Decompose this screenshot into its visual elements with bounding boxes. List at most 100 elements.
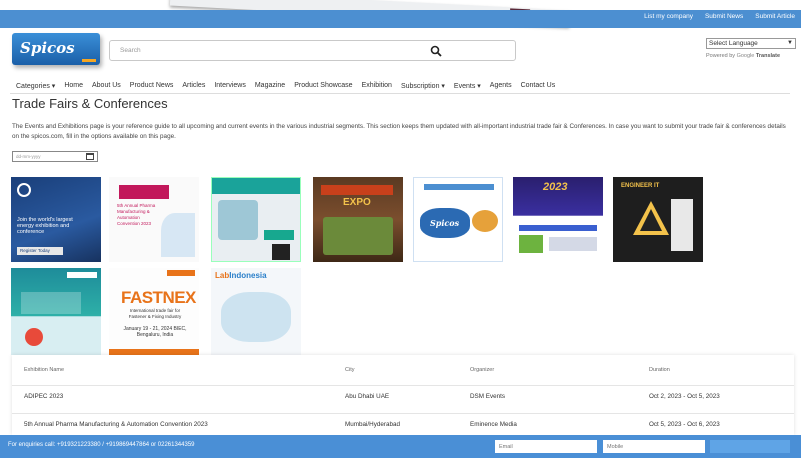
calendar-icon[interactable] xyxy=(86,153,94,160)
col-city[interactable]: City xyxy=(345,367,354,373)
nav-magazine[interactable]: Magazine xyxy=(255,82,285,90)
pharma-image xyxy=(161,213,195,257)
lab-poster-image xyxy=(218,200,258,240)
event-poster-engineer-it[interactable]: ENGINEER IT xyxy=(613,177,703,262)
nav-exhibition[interactable]: Exhibition xyxy=(362,82,392,90)
poster-fastnex-title: FASTNEX xyxy=(121,288,196,307)
teal-poster-tag xyxy=(67,272,97,278)
row-divider xyxy=(12,413,794,414)
expo-banner xyxy=(321,185,393,195)
spicos-poster-logo-text: Spicos xyxy=(430,218,460,228)
cell-exhibition-name: ADIPEC 2023 xyxy=(24,393,64,400)
event-poster-pharma[interactable]: 5th Annual Pharma Manufacturing & Automa… xyxy=(109,177,199,262)
poster-2023-logo xyxy=(519,235,543,253)
poster-2023-sponsors xyxy=(549,237,597,251)
expo-image xyxy=(323,217,393,255)
cell-duration: Oct 2, 2023 - Oct 5, 2023 xyxy=(649,393,720,400)
nav-product-showcase[interactable]: Product Showcase xyxy=(294,82,352,90)
poster-2023-text: 2023 xyxy=(543,181,568,193)
top-links: List my company Submit News Submit Artic… xyxy=(644,13,795,20)
date-filter-input[interactable]: dd-mm-yyyy xyxy=(12,151,98,162)
cell-exhibition-name: 5th Annual Pharma Manufacturing & Automa… xyxy=(24,421,208,428)
event-poster-teal[interactable] xyxy=(11,268,101,355)
lab-indonesia-image xyxy=(221,292,291,342)
poster-fastnex-date: January 19 - 21, 2024 BIEC, Bengaluru, I… xyxy=(123,326,187,338)
page: List my company Submit News Submit Artic… xyxy=(0,0,801,458)
adipec-logo-icon xyxy=(17,183,31,197)
list-company-link[interactable]: List my company xyxy=(644,13,693,20)
col-organizer[interactable]: Organizer xyxy=(470,367,494,373)
cell-city: Abu Dhabi UAE xyxy=(345,393,390,400)
poster-engineer-it-text: ENGINEER IT xyxy=(621,183,660,189)
poster-adipec-text: Join the world's largest energy exhibiti… xyxy=(17,217,73,235)
email-field[interactable] xyxy=(495,440,597,453)
date-placeholder: dd-mm-yyyy xyxy=(16,154,41,159)
page-title: Trade Fairs & Conferences xyxy=(12,96,168,111)
event-poster-2023[interactable]: 2023 xyxy=(513,177,603,262)
lab-poster-badge xyxy=(264,230,294,240)
event-poster-lab[interactable] xyxy=(211,177,301,262)
poster-engineer-it-figure xyxy=(671,199,693,251)
indonesia-word: Indonesia xyxy=(229,271,267,280)
logo-accent xyxy=(82,59,96,62)
warning-sign-icon xyxy=(633,201,669,235)
nav-subscription[interactable]: Subscription ▾ xyxy=(401,82,445,90)
table-header: Exhibition Name City Organizer Duration xyxy=(12,367,794,381)
submit-news-link[interactable]: Submit News xyxy=(705,13,743,20)
spicos-poster-image xyxy=(472,210,498,232)
chevron-down-icon: ▼ xyxy=(787,40,793,46)
poster-adipec-cta-label: Register Today xyxy=(20,248,50,253)
exhibition-table: Exhibition Name City Organizer Duration … xyxy=(12,355,794,435)
event-poster-spicos[interactable]: Spicos xyxy=(413,177,503,262)
translate-link[interactable]: Translate xyxy=(756,53,780,59)
col-duration[interactable]: Duration xyxy=(649,367,670,373)
language-select[interactable]: Select Language ▼ xyxy=(706,38,796,49)
nav-interviews[interactable]: Interviews xyxy=(214,82,246,90)
enquiry-text: For enquiries call: +919321223380 / +919… xyxy=(8,442,195,448)
spicos-poster-header xyxy=(424,184,494,190)
poster-2023-band xyxy=(519,225,597,231)
spicos-poster-disc: Spicos xyxy=(420,208,470,238)
pharma-banner xyxy=(119,185,169,199)
enquiry-bar: For enquiries call: +919321223380 / +919… xyxy=(0,435,801,458)
lab-poster-header xyxy=(212,178,300,194)
site-logo[interactable]: Spicos xyxy=(12,33,100,65)
lab-word: Lab xyxy=(215,271,230,280)
nav-contact-us[interactable]: Contact Us xyxy=(521,82,556,90)
logo-text: Spicos xyxy=(20,39,75,57)
cell-organizer: Eminence Media xyxy=(470,421,517,428)
top-bar: List my company Submit News Submit Artic… xyxy=(0,10,801,28)
teal-poster-logo xyxy=(25,328,43,346)
submit-enquiry-button[interactable] xyxy=(710,440,790,453)
cell-city: Mumbai/Hyderabad xyxy=(345,421,400,428)
event-poster-lab-indonesia[interactable]: LabIndonesia xyxy=(211,268,301,355)
nav-home[interactable]: Home xyxy=(64,82,83,90)
google-logo: Google xyxy=(736,53,755,59)
main-nav: Categories ▾ Home About Us Product News … xyxy=(16,82,555,90)
event-poster-fastnex[interactable]: FASTNEX International trade fair for Fas… xyxy=(109,268,199,355)
event-poster-adipec[interactable]: Join the world's largest energy exhibiti… xyxy=(11,177,101,262)
col-exhibition-name[interactable]: Exhibition Name xyxy=(24,367,64,373)
nav-agents[interactable]: Agents xyxy=(490,82,512,90)
page-description: The Events and Exhibitions page is your … xyxy=(12,123,786,140)
nav-events[interactable]: Events ▾ xyxy=(454,82,481,90)
cell-organizer: DSM Events xyxy=(470,393,505,400)
poster-pharma-text: 5th Annual Pharma Manufacturing & Automa… xyxy=(117,203,156,226)
submit-article-link[interactable]: Submit Article xyxy=(755,13,795,20)
search-placeholder: Search xyxy=(120,47,141,54)
cell-duration: Oct 5, 2023 - Oct 6, 2023 xyxy=(649,421,720,428)
nav-articles[interactable]: Articles xyxy=(182,82,205,90)
powered-by-label: Powered by xyxy=(706,53,736,59)
search-icon[interactable] xyxy=(430,45,442,57)
header-divider xyxy=(12,385,794,386)
search-box[interactable]: Search xyxy=(109,40,516,61)
poster-lab-indonesia-title: LabIndonesia xyxy=(215,271,267,280)
nav-about-us[interactable]: About Us xyxy=(92,82,121,90)
nav-categories[interactable]: Categories ▾ xyxy=(16,82,55,90)
mobile-field[interactable] xyxy=(603,440,705,453)
nav-product-news[interactable]: Product News xyxy=(130,82,174,90)
nav-divider xyxy=(10,93,790,94)
event-poster-expo[interactable]: EXPO xyxy=(313,177,403,262)
fastnex-tag xyxy=(167,270,195,276)
language-select-label: Select Language xyxy=(709,40,758,47)
